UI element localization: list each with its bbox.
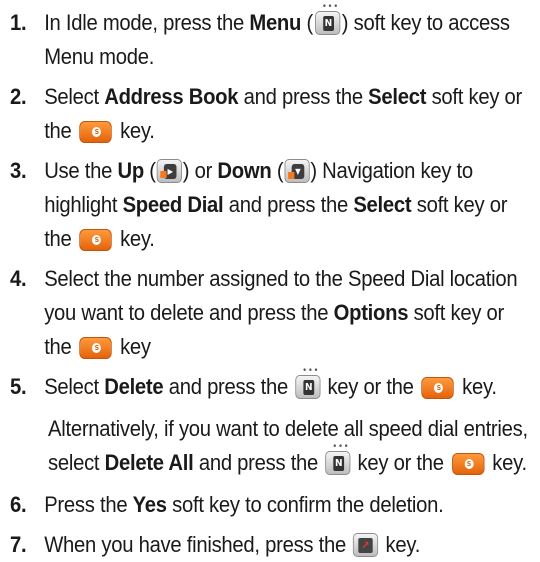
step-text: Select Address Book and press the Select… [44, 80, 525, 148]
bold-term: Yes [132, 492, 167, 517]
nav-up-key-icon: ▶ [156, 159, 182, 183]
text-run: key. [114, 226, 155, 251]
text-run: soft key to confirm the deletion. [166, 492, 444, 517]
step-text: Alternatively, if you want to delete all… [48, 412, 540, 480]
bold-term: Up [117, 158, 144, 183]
step-1: 1. In Idle mode, press the Menu (••• N) s… [10, 3, 525, 74]
bold-term: Select [353, 192, 412, 217]
step-text: Select the number assigned to the Speed … [44, 262, 525, 364]
bold-term: Menu [249, 10, 302, 35]
ok-key-icon: S [79, 337, 113, 359]
nav-down-key-icon: ▼ [284, 159, 310, 183]
bold-term: Speed Dial [122, 192, 224, 217]
instruction-page: 1. In Idle mode, press the Menu (••• N) s… [0, 0, 540, 557]
step-number: 1. [10, 10, 27, 35]
text-run: Select [44, 374, 105, 399]
step-6: 6. Press the Yes soft key to confirm the… [10, 488, 525, 522]
step-5-alternative: Alternatively, if you want to delete all… [48, 412, 540, 480]
step-4: 4. Select the number assigned to the Spe… [10, 262, 525, 364]
ok-key-icon: S [79, 229, 113, 251]
step-2: 2. Select Address Book and press the Sel… [10, 80, 525, 148]
end-key-icon: ↗ [353, 533, 379, 557]
ok-key-icon: S [421, 377, 455, 399]
text-run: and press the [163, 374, 294, 399]
step-text: When you have finished, press the ↗ key. [44, 528, 525, 562]
text-run: and press the [223, 192, 354, 217]
menu-key-icon: ••• N [314, 3, 340, 35]
text-run: key. [114, 118, 155, 143]
text-run: Press the [44, 492, 133, 517]
text-run: When you have finished, press the [44, 532, 352, 557]
step-7: 7. When you have finished, press the ↗ k… [10, 528, 525, 562]
step-number: 7. [10, 532, 27, 557]
menu-key-icon: ••• N [295, 367, 321, 399]
bold-term: Select [368, 84, 427, 109]
bold-term: Delete All [104, 450, 194, 475]
text-run: In Idle mode, press the [44, 10, 250, 35]
text-run: Select [44, 84, 105, 109]
step-number: 4. [10, 266, 27, 291]
bold-term: Address Book [104, 84, 239, 109]
step-number: 2. [10, 84, 27, 109]
ok-key-icon: S [451, 453, 485, 475]
ok-key-icon: S [79, 121, 113, 143]
step-number: 6. [10, 492, 27, 517]
bold-term: Down [217, 158, 272, 183]
text-run: ( [271, 158, 284, 183]
bold-term: Options [333, 300, 409, 325]
step-number: 5. [10, 374, 27, 399]
step-text: Use the Up (▶) or Down (▼) Navigation ke… [44, 154, 525, 256]
text-run: key or the [352, 450, 450, 475]
step-5: 5. Select Delete and press the ••• N key … [10, 367, 525, 404]
step-text: Press the Yes soft key to confirm the de… [44, 488, 525, 522]
text-run: key. [456, 374, 497, 399]
step-3: 3. Use the Up (▶) or Down (▼) Navigation… [10, 154, 525, 256]
text-run: key. [486, 450, 527, 475]
text-run: and press the [193, 450, 324, 475]
step-text: Select Delete and press the ••• N key or … [44, 367, 525, 404]
menu-key-icon: ••• N [325, 443, 351, 475]
step-number: 3. [10, 158, 27, 183]
text-run: key [114, 334, 151, 359]
text-run: Use the [44, 158, 118, 183]
text-run: ( [301, 10, 313, 35]
bold-term: Delete [104, 374, 164, 399]
text-run: key or the [322, 374, 420, 399]
text-run: key. [380, 532, 421, 557]
text-run: ) or [182, 158, 218, 183]
text-run: ( [143, 158, 156, 183]
step-text: In Idle mode, press the Menu (••• N) soft… [44, 3, 525, 74]
text-run: and press the [238, 84, 369, 109]
